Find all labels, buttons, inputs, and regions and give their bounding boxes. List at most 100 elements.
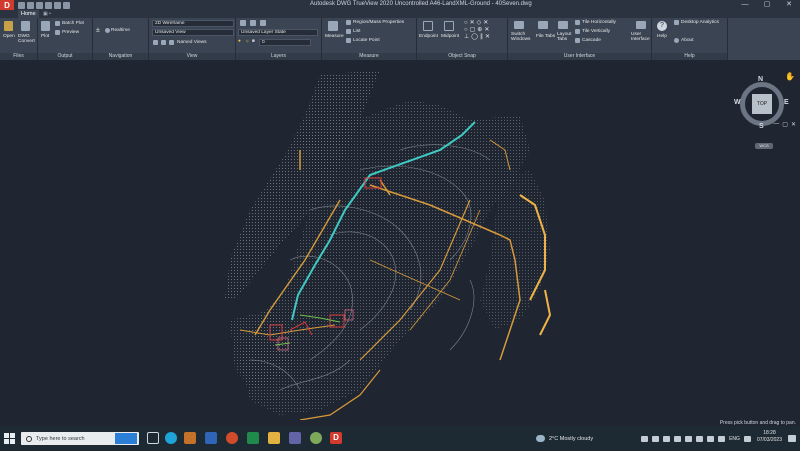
edge-browser-icon[interactable]	[165, 432, 177, 444]
layer-state-dropdown[interactable]: Unsaved Layer State	[238, 29, 318, 36]
about-info-icon	[674, 38, 679, 43]
preview-icon	[55, 30, 60, 35]
excel-icon[interactable]	[247, 432, 259, 444]
layer-properties-icon[interactable]	[240, 20, 246, 26]
taskbar-search[interactable]: Type here to search	[21, 432, 139, 445]
cloud-sync-icon[interactable]	[641, 435, 649, 442]
panel-layers: Unsaved Layer State ● ☼ ■ 0 Layers	[236, 18, 322, 60]
tab-extra[interactable]: ▣ •	[43, 11, 51, 17]
dwg-trueview-window: D Autodesk DWG TrueView 2020 Uncontrolle…	[0, 0, 800, 451]
panel-object-snap: Endpoint Midpoint ○✕◇✕ ○▢⊕✕ ⊥◯∥✕ Object Sn…	[417, 18, 508, 60]
layer-freeze-icon[interactable]	[260, 20, 266, 26]
measure-button[interactable]: Measure	[325, 34, 344, 39]
drawing-close-button[interactable]: ✕	[791, 121, 796, 128]
new-icon[interactable]	[18, 1, 25, 9]
realtime-zoom-button[interactable]: Realtime	[111, 28, 130, 33]
chevron-up-icon[interactable]	[674, 435, 682, 442]
layer-isolate-icon[interactable]	[250, 20, 256, 26]
window-title: Autodesk DWG TrueView 2020 Uncontrolled …	[310, 1, 532, 7]
minimize-button[interactable]: —	[734, 0, 756, 10]
drawing-canvas[interactable]: — ▢ ✕	[0, 60, 800, 426]
cascade-button[interactable]: Cascade	[582, 38, 601, 43]
midpoint-button[interactable]: Midpoint	[441, 34, 459, 39]
file-explorer-icon[interactable]	[268, 432, 280, 444]
tile-vertically-button[interactable]: Tile Vertically	[582, 29, 610, 34]
undo-icon[interactable]	[54, 1, 61, 9]
search-highlight-icon[interactable]	[115, 433, 137, 444]
taskbar-clock[interactable]: 18:28 07/03/2023	[757, 430, 782, 444]
save-icon[interactable]	[36, 1, 43, 9]
plot-button[interactable]: Plot	[41, 34, 49, 39]
panel-title-output: Output	[38, 53, 92, 60]
about-button[interactable]: About	[681, 38, 694, 43]
tile-horizontally-button[interactable]: Tile Horizontally	[582, 20, 616, 25]
tile-horizontally-icon	[575, 20, 580, 25]
open-button[interactable]: Open	[3, 34, 15, 39]
ribbon-tabs: Home ▣ •	[0, 10, 800, 18]
viewcube[interactable]: TOP N S E W	[734, 76, 790, 132]
start-button[interactable]	[4, 433, 15, 444]
pan-hand-icon[interactable]: ✋	[785, 72, 795, 81]
teams-icon[interactable]	[289, 432, 301, 444]
layout-tabs-button[interactable]: Layout Tabs	[557, 32, 571, 42]
snap-grid-icons[interactable]: ○✕◇✕ ○▢⊕✕ ⊥◯∥✕	[464, 19, 492, 40]
user-interface-button[interactable]: User Interface	[631, 32, 650, 42]
panel-title-object-snap: Object Snap	[417, 53, 507, 60]
notification-icon[interactable]	[788, 435, 796, 442]
volume-icon[interactable]	[707, 435, 715, 442]
search-icon	[26, 435, 32, 442]
battery-icon[interactable]	[718, 435, 726, 442]
file-tabs-button[interactable]: File Tabs	[536, 34, 555, 39]
app-logo[interactable]: D	[0, 0, 14, 10]
plot-icon[interactable]	[45, 1, 52, 9]
redo-icon[interactable]	[63, 1, 70, 9]
desktop-analytics-icon	[674, 20, 679, 25]
maximize-button[interactable]: ▢	[756, 0, 778, 10]
help-button[interactable]: Help	[657, 34, 667, 39]
word-icon[interactable]	[205, 432, 217, 444]
powerpoint-icon[interactable]	[226, 432, 238, 444]
preview-button[interactable]: Preview	[62, 30, 79, 35]
view-icon-2	[161, 40, 166, 45]
dwg-convert-button[interactable]: DWG Convert	[18, 34, 35, 44]
weather-cloud-icon[interactable]	[536, 435, 545, 442]
wcs-menu[interactable]: WCS	[755, 143, 773, 149]
visual-style-dropdown[interactable]: 2D Wireframe	[152, 20, 234, 27]
tray-app-icon[interactable]	[685, 435, 693, 442]
compass-north[interactable]: N	[758, 76, 763, 83]
pan-icon[interactable]: ±	[96, 27, 100, 34]
open-icon[interactable]	[27, 1, 34, 9]
layer-lock-icon: ■	[252, 39, 255, 44]
file-tabs-icon	[538, 21, 548, 29]
viewcube-top-face[interactable]: TOP	[752, 94, 772, 114]
app-tray-icon[interactable]	[663, 435, 671, 442]
saved-view-dropdown[interactable]: Unsaved View	[152, 29, 234, 36]
current-layer-dropdown[interactable]: 0	[259, 39, 311, 46]
endpoint-button[interactable]: Endpoint	[419, 34, 438, 39]
quick-access-toolbar	[18, 1, 70, 9]
desktop-analytics-button[interactable]: Desktop Analytics	[681, 20, 719, 25]
task-view-icon[interactable]	[147, 432, 159, 444]
network-icon[interactable]	[743, 435, 751, 442]
app-icon[interactable]	[310, 432, 322, 444]
outlook-icon[interactable]	[184, 432, 196, 444]
batch-plot-button[interactable]: Batch Plot	[62, 21, 84, 26]
named-views-button[interactable]: Named Views	[177, 40, 207, 45]
close-button[interactable]: ✕	[778, 0, 800, 10]
dwg-trueview-taskbar-icon[interactable]: D	[330, 432, 342, 444]
compass-west[interactable]: W	[734, 99, 741, 106]
list-icon	[346, 29, 351, 34]
region-mass-button[interactable]: Region/Mass Properties	[353, 20, 404, 25]
window-controls: — ▢ ✕	[734, 0, 800, 10]
compass-south[interactable]: S	[759, 123, 764, 130]
compass-east[interactable]: E	[784, 99, 789, 106]
onedrive-icon[interactable]	[652, 435, 660, 442]
tab-home[interactable]: Home	[18, 10, 39, 18]
list-button[interactable]: List	[353, 29, 360, 34]
input-language[interactable]: ENG	[729, 436, 740, 442]
locate-point-button[interactable]: Locate Point	[353, 38, 380, 43]
panel-title-layers: Layers	[236, 53, 321, 60]
wifi-icon[interactable]	[696, 435, 704, 442]
weather-text[interactable]: 2°C Mostly cloudy	[549, 436, 593, 442]
switch-windows-button[interactable]: Switch Windows	[511, 32, 530, 42]
